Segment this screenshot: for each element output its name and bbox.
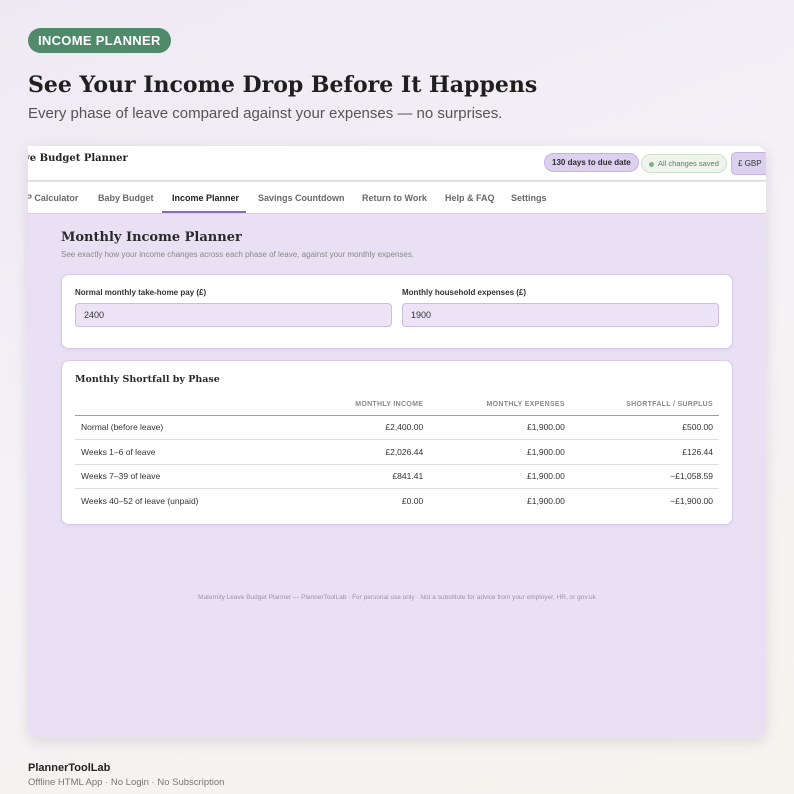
tab-navigation: P Calculator Baby Budget Income Planner … — [28, 182, 766, 214]
header-monthly-income: MONTHLY INCOME — [300, 395, 430, 416]
status-dot-icon — [649, 161, 654, 167]
headline: See Your Income Drop Before It Happens — [28, 72, 538, 98]
active-tab-indicator — [162, 211, 246, 213]
income-inputs-card: Normal monthly take-home pay (£) Monthly… — [61, 274, 733, 349]
phase-cell: Weeks 40–52 of leave (unpaid) — [81, 496, 199, 506]
tab-calculator[interactable]: P Calculator — [28, 193, 78, 203]
brand-name: PlannerToolLab — [28, 762, 111, 774]
shortfall-cell: −£1,058.59 — [570, 464, 719, 489]
footer-disclaimer: Maternity Leave Budget Planner — Planner… — [198, 594, 596, 601]
tab-income-planner[interactable]: Income Planner — [172, 193, 239, 203]
table-row: Weeks 1–6 of leave £2,026.44 £1,900.00 £… — [75, 439, 719, 465]
due-date-countdown-pill: 130 days to due date — [544, 153, 639, 172]
household-expenses-input[interactable] — [402, 303, 719, 327]
app-topbar: ve Budget Planner 130 days to due date A… — [28, 146, 766, 181]
expenses-cell: £1,900.00 — [527, 496, 565, 506]
shortfall-cell: £500.00 — [570, 415, 719, 440]
shortfall-cell: −£1,900.00 — [670, 496, 713, 506]
brand-tagline: Offline HTML App · No Login · No Subscri… — [28, 777, 225, 788]
subheadline: Every phase of leave compared against yo… — [28, 105, 503, 122]
table-row: Weeks 7–39 of leave £841.41 £1,900.00 −£… — [75, 464, 719, 489]
save-status-pill: All changes saved — [641, 154, 727, 173]
section-title: Monthly Income Planner — [61, 230, 242, 245]
table-row: Normal (before leave) £2,400.00 £1,900.0… — [75, 415, 719, 440]
table-row: Weeks 40–52 of leave (unpaid) £0.00 £1,9… — [75, 489, 719, 514]
phase-cell: Normal (before leave) — [75, 415, 301, 440]
header-shortfall-surplus: SHORTFALL / SURPLUS — [570, 395, 719, 416]
currency-select[interactable]: £ GBP — [731, 152, 766, 175]
tab-baby-budget[interactable]: Baby Budget — [98, 193, 154, 203]
header-phase — [75, 395, 301, 416]
take-home-pay-input[interactable] — [75, 303, 392, 327]
shortfall-cell: £126.44 — [570, 439, 719, 465]
save-status-text: All changes saved — [658, 159, 719, 168]
shortfall-table-card: Monthly Shortfall by Phase MONTHLY INCOM… — [61, 360, 733, 525]
table-header-row: MONTHLY INCOME MONTHLY EXPENSES SHORTFAL… — [75, 395, 719, 416]
tab-return-to-work[interactable]: Return to Work — [362, 193, 427, 203]
tab-settings[interactable]: Settings — [511, 193, 547, 203]
tab-savings-countdown[interactable]: Savings Countdown — [258, 193, 345, 203]
expenses-label: Monthly household expenses (£) — [402, 288, 527, 297]
shortfall-table: MONTHLY INCOME MONTHLY EXPENSES SHORTFAL… — [75, 395, 719, 513]
income-cell: £2,026.44 — [300, 439, 430, 465]
expenses-cell: £1,900.00 — [429, 439, 571, 465]
app-window: ve Budget Planner 130 days to due date A… — [28, 146, 766, 738]
income-cell: £2,400.00 — [300, 415, 430, 440]
phase-cell: Weeks 7–39 of leave — [75, 464, 301, 489]
expenses-cell: £1,900.00 — [429, 464, 571, 489]
phase-cell: Weeks 1–6 of leave — [75, 439, 301, 465]
section-description: See exactly how your income changes acro… — [61, 250, 415, 259]
app-title: ve Budget Planner — [28, 153, 128, 164]
expenses-cell: £1,900.00 — [429, 415, 571, 440]
header-monthly-expenses: MONTHLY EXPENSES — [429, 395, 571, 416]
pay-label: Normal monthly take-home pay (£) — [75, 288, 207, 297]
table-title: Monthly Shortfall by Phase — [75, 374, 220, 385]
income-cell: £0.00 — [401, 496, 424, 506]
category-badge: INCOME PLANNER — [28, 28, 171, 53]
income-cell: £841.41 — [300, 464, 430, 489]
tab-help-faq[interactable]: Help & FAQ — [445, 193, 495, 203]
